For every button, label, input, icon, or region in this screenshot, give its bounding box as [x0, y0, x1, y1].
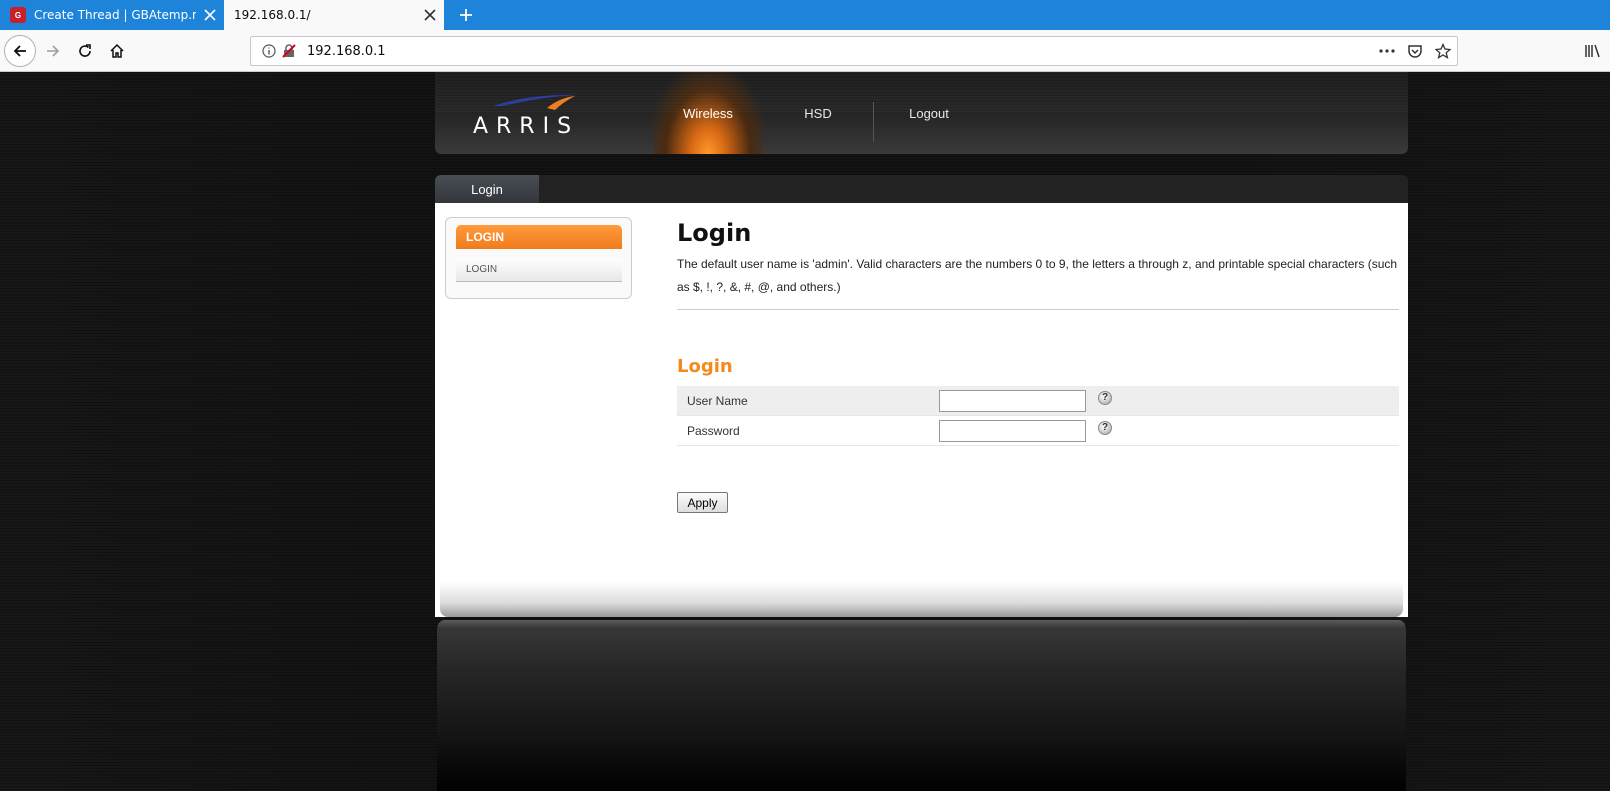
url-bar[interactable]: 192.168.0.1 [250, 36, 1458, 66]
password-label: Password [687, 423, 740, 438]
close-tab-icon[interactable] [416, 0, 444, 30]
tab-login[interactable]: Login [435, 175, 539, 203]
content-panel: LOGIN LOGIN Login The default user name … [435, 203, 1408, 617]
back-arrow-icon [13, 45, 26, 57]
section-title: Login [677, 356, 733, 377]
browser-tab-bar: G Create Thread | GBAtemp.net - 192.168.… [0, 0, 1610, 30]
page-description: The default user name is 'admin'. Valid … [677, 257, 1398, 294]
main-content: Login The default user name is 'admin'. … [677, 217, 1399, 513]
footer-reflection [437, 620, 1406, 791]
help-icon[interactable]: ? [1098, 420, 1112, 435]
arris-swoosh-icon [493, 94, 577, 110]
new-tab-button[interactable] [450, 0, 482, 30]
divider [677, 309, 1399, 310]
content-footer [440, 582, 1403, 617]
tab-title: 192.168.0.1/ [234, 8, 311, 22]
tab-title: Create Thread | GBAtemp.net - [34, 8, 196, 22]
library-button[interactable] [1578, 36, 1608, 66]
info-icon[interactable] [259, 44, 279, 58]
back-button[interactable] [4, 35, 36, 67]
sidebar: LOGIN LOGIN [445, 217, 632, 299]
pocket-icon[interactable] [1401, 37, 1429, 65]
sidebar-item-login[interactable]: LOGIN [456, 258, 622, 282]
nav-hsd[interactable]: HSD [763, 72, 873, 154]
username-label: User Name [687, 393, 748, 408]
router-page: ARRIS Wireless HSD Logout Login LOGIN LO… [0, 72, 1610, 791]
password-row: Password ? [677, 416, 1399, 446]
tab-router[interactable]: 192.168.0.1/ [224, 0, 444, 30]
username-input[interactable] [939, 389, 1086, 412]
password-input[interactable] [939, 419, 1086, 442]
top-navigation: Wireless HSD Logout [653, 72, 984, 154]
logo-text: ARRIS [472, 114, 580, 139]
home-button[interactable] [102, 36, 132, 66]
close-tab-icon[interactable] [196, 0, 224, 30]
bookmark-star-icon[interactable] [1429, 37, 1457, 65]
username-row: User Name ? [677, 386, 1399, 416]
site-header: ARRIS Wireless HSD Logout [435, 72, 1408, 154]
reload-button[interactable] [70, 36, 100, 66]
browser-nav-bar: 192.168.0.1 [0, 30, 1610, 72]
gbatemp-icon: G [10, 7, 26, 23]
nav-logout[interactable]: Logout [874, 72, 984, 154]
apply-button[interactable]: Apply [677, 492, 728, 513]
library-icon [1585, 44, 1600, 58]
insecure-lock-icon[interactable] [279, 43, 299, 59]
forward-button[interactable] [38, 36, 68, 66]
more-actions-icon[interactable] [1373, 37, 1401, 65]
help-icon[interactable]: ? [1098, 390, 1112, 405]
tab-gbatemp[interactable]: G Create Thread | GBAtemp.net - [0, 0, 224, 30]
reload-icon [79, 44, 91, 57]
forward-arrow-icon [47, 45, 60, 57]
url-text[interactable]: 192.168.0.1 [307, 44, 1373, 59]
sub-tab-bar: Login [435, 175, 1408, 203]
nav-wireless[interactable]: Wireless [653, 72, 763, 154]
page-title: Login [677, 219, 752, 247]
home-icon [110, 43, 124, 58]
plus-icon [460, 9, 472, 21]
sidebar-heading-login[interactable]: LOGIN [456, 225, 622, 249]
arris-logo: ARRIS [471, 92, 581, 139]
